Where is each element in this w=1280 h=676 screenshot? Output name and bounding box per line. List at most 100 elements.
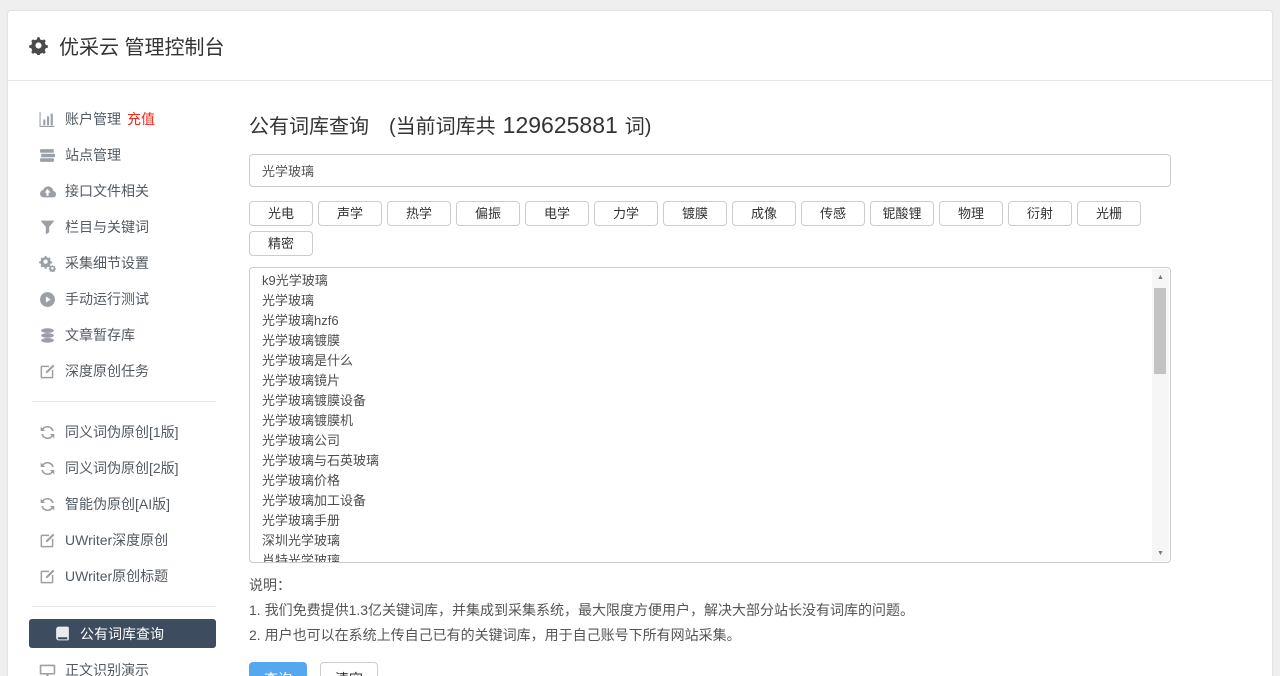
keyword-line: 光学玻璃加工设备	[262, 491, 1158, 511]
keyword-line: 光学玻璃镀膜设备	[262, 391, 1158, 411]
gears-icon	[39, 255, 56, 272]
sidebar-item-columns-keywords[interactable]: 栏目与关键词	[8, 209, 249, 245]
sidebar-item-label: 深度原创任务	[65, 361, 149, 381]
keyword-line: 光学玻璃	[262, 291, 1158, 311]
clear-button[interactable]: 清空	[320, 662, 378, 676]
page-title: 公有词库查询 (当前词库共 129625881 词)	[249, 111, 1171, 141]
sync-icon	[39, 496, 56, 513]
sidebar-item-label: 手动运行测试	[65, 289, 149, 309]
tag-button[interactable]: 声学	[318, 201, 382, 226]
sidebar-item-uwriter-original-title[interactable]: UWriter原创标题	[8, 558, 249, 594]
sidebar-item-label: 同义词伪原创[1版]	[65, 422, 179, 442]
edit-icon	[39, 363, 56, 380]
recharge-badge[interactable]: 充值	[127, 109, 155, 129]
sidebar-item-account-management[interactable]: 账户管理充值	[8, 101, 249, 137]
sidebar-item-synonym-rewrite-v2[interactable]: 同义词伪原创[2版]	[8, 450, 249, 486]
gear-icon	[29, 36, 48, 55]
tag-button-row: 光电声学热学偏振电学力学镀膜成像传感铌酸锂物理衍射光栅精密	[249, 201, 1171, 256]
main-panel: 公有词库查询 (当前词库共 129625881 词) 光电声学热学偏振电学力学镀…	[249, 81, 1272, 676]
keyword-line: 光学玻璃镀膜	[262, 331, 1158, 351]
keyword-line: 光学玻璃镀膜机	[262, 411, 1158, 431]
sidebar-item-label: 账户管理	[65, 109, 121, 129]
keyword-line: k9光学玻璃	[262, 271, 1158, 291]
keyword-results-box[interactable]: k9光学玻璃光学玻璃光学玻璃hzf6光学玻璃镀膜光学玻璃是什么光学玻璃镜片光学玻…	[249, 267, 1171, 563]
sidebar-item-article-cache[interactable]: 文章暂存库	[8, 317, 249, 353]
sidebar-item-uwriter-deep-original[interactable]: UWriter深度原创	[8, 522, 249, 558]
app-title: 优采云 管理控制台	[59, 31, 225, 60]
sidebar-item-label: 栏目与关键词	[65, 217, 149, 237]
server-icon	[39, 147, 56, 164]
sidebar-item-label: 文章暂存库	[65, 325, 135, 345]
tag-button[interactable]: 成像	[732, 201, 796, 226]
sidebar-item-api-files[interactable]: 接口文件相关	[8, 173, 249, 209]
page-title-text: 公有词库查询	[249, 113, 369, 141]
cloud-upload-icon	[39, 183, 56, 200]
sidebar-item-site-management[interactable]: 站点管理	[8, 137, 249, 173]
keyword-line: 光学玻璃镜片	[262, 371, 1158, 391]
sidebar-item-label: 公有词库查询	[80, 624, 164, 644]
sidebar-item-label: 智能伪原创[AI版]	[65, 494, 170, 514]
play-circle-icon	[39, 291, 56, 308]
tag-button[interactable]: 力学	[594, 201, 658, 226]
sidebar-item-content-recognition-demo[interactable]: 正文识别演示	[8, 652, 249, 676]
tag-button[interactable]: 物理	[939, 201, 1003, 226]
sidebar-divider	[32, 401, 216, 402]
keyword-line: 光学玻璃是什么	[262, 351, 1158, 371]
sync-icon	[39, 424, 56, 441]
sidebar-item-label: UWriter深度原创	[65, 530, 168, 550]
edit-icon	[39, 568, 56, 585]
sidebar-item-synonym-rewrite-v1[interactable]: 同义词伪原创[1版]	[8, 414, 249, 450]
keyword-line: 光学玻璃手册	[262, 511, 1158, 531]
tag-button[interactable]: 偏振	[456, 201, 520, 226]
keyword-line: 光学玻璃与石英玻璃	[262, 451, 1158, 471]
book-icon	[54, 625, 71, 642]
notes-title: 说明：	[249, 573, 1171, 598]
sidebar-item-label: 站点管理	[65, 145, 121, 165]
tag-button[interactable]: 光栅	[1077, 201, 1141, 226]
keyword-search-input[interactable]	[249, 154, 1171, 187]
sidebar-item-public-thesaurus-query[interactable]: 公有词库查询	[29, 619, 216, 648]
notes-line-2: 2. 用户也可以在系统上传自己已有的关键词库，用于自己账号下所有网站采集。	[249, 623, 1171, 648]
tag-button[interactable]: 电学	[525, 201, 589, 226]
sidebar-item-collection-settings[interactable]: 采集细节设置	[8, 245, 249, 281]
monitor-icon	[39, 662, 56, 676]
scrollbar[interactable]: ▲ ▼	[1152, 269, 1169, 561]
keyword-line: 深圳光学玻璃	[262, 531, 1158, 551]
app-header: 优采云 管理控制台	[8, 11, 1272, 81]
word-count-prefix: (当前词库共	[389, 113, 496, 141]
bar-chart-icon	[39, 111, 56, 128]
sidebar-item-label: 正文识别演示	[65, 660, 149, 676]
word-count-value: 129625881	[503, 111, 618, 139]
sidebar-item-label: 接口文件相关	[65, 181, 149, 201]
sidebar-item-manual-run-test[interactable]: 手动运行测试	[8, 281, 249, 317]
tag-button[interactable]: 衍射	[1008, 201, 1072, 226]
app-card: 优采云 管理控制台 账户管理充值站点管理接口文件相关栏目与关键词采集细节设置手动…	[7, 10, 1273, 676]
keyword-line: 光学玻璃公司	[262, 431, 1158, 451]
edit-icon	[39, 532, 56, 549]
sidebar: 账户管理充值站点管理接口文件相关栏目与关键词采集细节设置手动运行测试文章暂存库深…	[8, 81, 249, 676]
tag-button[interactable]: 传感	[801, 201, 865, 226]
keyword-line: 光学玻璃价格	[262, 471, 1158, 491]
tag-button[interactable]: 光电	[249, 201, 313, 226]
action-buttons: 查询 清空	[249, 662, 1171, 676]
sync-icon	[39, 460, 56, 477]
scrollbar-down-button[interactable]: ▼	[1152, 545, 1169, 561]
sidebar-item-deep-original-task[interactable]: 深度原创任务	[8, 353, 249, 389]
keyword-results-list: k9光学玻璃光学玻璃光学玻璃hzf6光学玻璃镀膜光学玻璃是什么光学玻璃镜片光学玻…	[250, 268, 1170, 563]
word-count-suffix: 词)	[625, 113, 652, 141]
scrollbar-thumb[interactable]	[1154, 288, 1166, 374]
sidebar-divider	[32, 606, 216, 607]
sidebar-item-ai-rewrite[interactable]: 智能伪原创[AI版]	[8, 486, 249, 522]
query-button[interactable]: 查询	[249, 662, 307, 676]
tag-button[interactable]: 铌酸锂	[870, 201, 934, 226]
keyword-line: 光学玻璃hzf6	[262, 311, 1158, 331]
database-icon	[39, 327, 56, 344]
notes-line-1: 1. 我们免费提供1.3亿关键词库，并集成到采集系统，最大限度方便用户，解决大部…	[249, 598, 1171, 623]
keyword-line: 肖特光学玻璃	[262, 551, 1158, 563]
scrollbar-up-button[interactable]: ▲	[1152, 269, 1169, 285]
tag-button[interactable]: 精密	[249, 231, 313, 256]
sidebar-item-label: 采集细节设置	[65, 253, 149, 273]
sidebar-item-label: 同义词伪原创[2版]	[65, 458, 179, 478]
tag-button[interactable]: 镀膜	[663, 201, 727, 226]
tag-button[interactable]: 热学	[387, 201, 451, 226]
